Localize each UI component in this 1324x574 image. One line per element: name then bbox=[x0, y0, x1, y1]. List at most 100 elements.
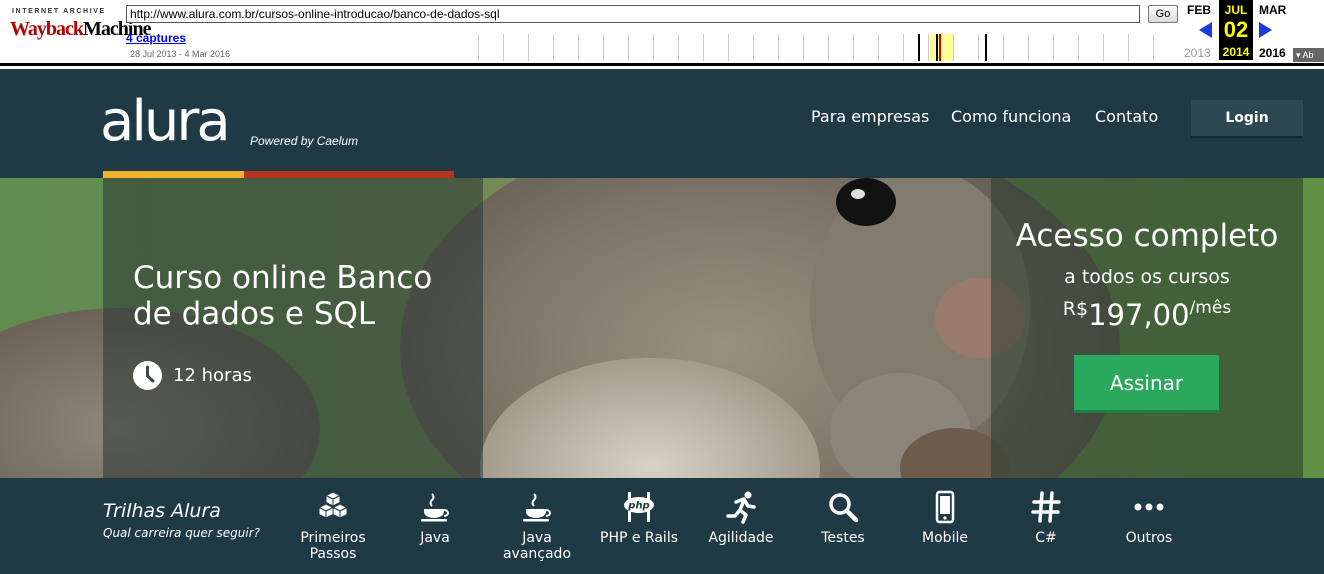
wayback-logo-caption: INTERNET ARCHIVE bbox=[12, 8, 106, 15]
wayback-prev-month[interactable]: FEB bbox=[1187, 3, 1211, 17]
sparkline-capture-mark[interactable] bbox=[918, 34, 920, 61]
track-mobile[interactable]: Mobile bbox=[895, 490, 995, 546]
sparkline-month-column bbox=[1053, 34, 1054, 61]
sparkline-month-column bbox=[978, 34, 979, 61]
accent-stripe-red bbox=[244, 171, 454, 178]
nav-como-funciona[interactable]: Como funciona bbox=[951, 107, 1071, 126]
sparkline-current-highlight bbox=[930, 34, 954, 61]
track-csharp[interactable]: C# bbox=[996, 490, 1096, 546]
wayback-logo[interactable]: INTERNET ARCHIVE WaybackMachine bbox=[10, 6, 151, 50]
alura-logo[interactable]: alura bbox=[100, 87, 231, 157]
wayback-next-arrow-icon[interactable] bbox=[1259, 22, 1272, 38]
sparkline-month-column bbox=[603, 34, 604, 61]
track-label: Testes bbox=[821, 530, 865, 546]
site-header: alura Powered by Caelum Para empresas Co… bbox=[0, 69, 1324, 178]
mobile-phone-icon bbox=[935, 490, 955, 524]
sparkline-month-column bbox=[1078, 34, 1079, 61]
subscribe-button[interactable]: Assinar bbox=[1074, 355, 1219, 413]
wayback-captures-link[interactable]: 4 captures bbox=[126, 31, 186, 45]
login-button[interactable]: Login bbox=[1191, 100, 1303, 138]
tracks-bar: Trilhas Alura Qual carreira quer seguir?… bbox=[0, 478, 1324, 574]
track-java[interactable]: Java bbox=[385, 490, 485, 546]
sparkline-month-column bbox=[528, 34, 529, 61]
sparkline-month-column bbox=[1153, 34, 1154, 61]
sparkline-month-column bbox=[803, 34, 804, 61]
price-currency: R$ bbox=[1062, 298, 1089, 320]
wayback-next-year: 2016 bbox=[1259, 46, 1286, 60]
sparkline-month-column bbox=[628, 34, 629, 61]
price-amount: 197,00 bbox=[1088, 298, 1190, 332]
tracks-subtitle: Qual carreira quer seguir? bbox=[103, 526, 261, 540]
sparkline-capture-mark[interactable] bbox=[985, 34, 987, 61]
promo-title: Acesso completo bbox=[1015, 218, 1279, 254]
course-duration: 12 horas bbox=[173, 365, 252, 386]
wayback-about-button[interactable]: ▾ Ab bbox=[1293, 48, 1324, 62]
hash-icon bbox=[1031, 491, 1061, 523]
nav-para-empresas[interactable]: Para empresas bbox=[811, 107, 929, 126]
sparkline-month-column bbox=[778, 34, 779, 61]
sparkline-month-column bbox=[653, 34, 654, 61]
track-primeiros-passos[interactable]: Primeiros Passos bbox=[283, 490, 383, 562]
sparkline-month-column bbox=[1128, 34, 1129, 61]
sparkline-month-column bbox=[853, 34, 854, 61]
wayback-sparkline[interactable] bbox=[478, 34, 1158, 61]
wayback-prev-year: 2013 bbox=[1184, 46, 1211, 60]
sparkline-month-column bbox=[678, 34, 679, 61]
powered-by-caelum: Powered by Caelum bbox=[250, 134, 359, 148]
wayback-current-month: JUL bbox=[1224, 3, 1248, 17]
php-icon: php bbox=[624, 492, 654, 522]
promo-price: R$197,00/mês bbox=[991, 298, 1303, 332]
track-label: Java avançado bbox=[502, 530, 572, 562]
sparkline-month-column bbox=[553, 34, 554, 61]
nav-contato[interactable]: Contato bbox=[1095, 107, 1158, 126]
wayback-toolbar: INTERNET ARCHIVE WaybackMachine http://w… bbox=[0, 0, 1324, 66]
sparkline-month-column bbox=[578, 34, 579, 61]
sparkline-month-column bbox=[928, 34, 929, 61]
sparkline-month-column bbox=[828, 34, 829, 61]
track-testes[interactable]: Testes bbox=[793, 490, 893, 546]
wayback-prev-arrow-icon[interactable] bbox=[1199, 22, 1212, 38]
tracks-title: Trilhas Alura bbox=[103, 500, 221, 522]
magnifier-icon bbox=[829, 493, 859, 523]
wayback-url-input[interactable]: http://www.alura.com.br/cursos-online-in… bbox=[126, 5, 1140, 23]
svg-text:php: php bbox=[627, 501, 649, 512]
course-title: Curso online Banco de dados e SQL bbox=[133, 260, 433, 332]
sparkline-capture-mark[interactable] bbox=[936, 34, 938, 61]
track-php-rails[interactable]: php PHP e Rails bbox=[589, 490, 689, 546]
wayback-current-year: 2014 bbox=[1222, 45, 1250, 59]
track-label: Primeiros Passos bbox=[300, 530, 366, 562]
wayback-capture-range: 28 Jul 2013 - 4 Mar 2016 bbox=[130, 49, 231, 59]
track-outros[interactable]: Outros bbox=[1099, 490, 1199, 546]
more-dots-icon bbox=[1134, 503, 1164, 511]
wayback-current-date: JUL 02 2014 bbox=[1219, 0, 1253, 60]
promo-subtitle: a todos os cursos bbox=[1064, 266, 1230, 288]
track-label: PHP e Rails bbox=[600, 530, 678, 546]
sparkline-capture-mark[interactable] bbox=[939, 34, 941, 61]
sparkline-month-column bbox=[903, 34, 904, 61]
coffee-cup-icon bbox=[523, 493, 551, 522]
track-label: Java bbox=[420, 530, 450, 546]
sparkline-month-column bbox=[503, 34, 504, 61]
track-label: C# bbox=[1035, 530, 1057, 546]
sparkline-month-column bbox=[478, 34, 479, 61]
track-java-avancado[interactable]: Java avançado bbox=[487, 490, 587, 562]
track-label: Mobile bbox=[922, 530, 968, 546]
hero-banner: Curso online Banco de dados e SQL 12 hor… bbox=[0, 178, 1324, 478]
accent-stripe-yellow bbox=[103, 171, 244, 178]
wayback-current-day: 02 bbox=[1223, 17, 1249, 42]
track-label: Agilidade bbox=[708, 530, 774, 546]
cubes-icon bbox=[317, 491, 349, 519]
running-person-icon bbox=[726, 491, 756, 524]
track-agilidade[interactable]: Agilidade bbox=[691, 490, 791, 546]
sparkline-month-column bbox=[953, 34, 954, 61]
clock-icon bbox=[133, 361, 162, 390]
sparkline-month-column bbox=[1103, 34, 1104, 61]
sparkline-month-column bbox=[703, 34, 704, 61]
sparkline-month-column bbox=[1003, 34, 1004, 61]
wayback-go-button[interactable]: Go bbox=[1148, 5, 1178, 23]
sparkline-month-column bbox=[728, 34, 729, 61]
sparkline-month-column bbox=[753, 34, 754, 61]
wayback-next-month[interactable]: MAR bbox=[1259, 3, 1286, 17]
track-label: Outros bbox=[1125, 530, 1173, 546]
coffee-cup-icon bbox=[421, 493, 449, 522]
